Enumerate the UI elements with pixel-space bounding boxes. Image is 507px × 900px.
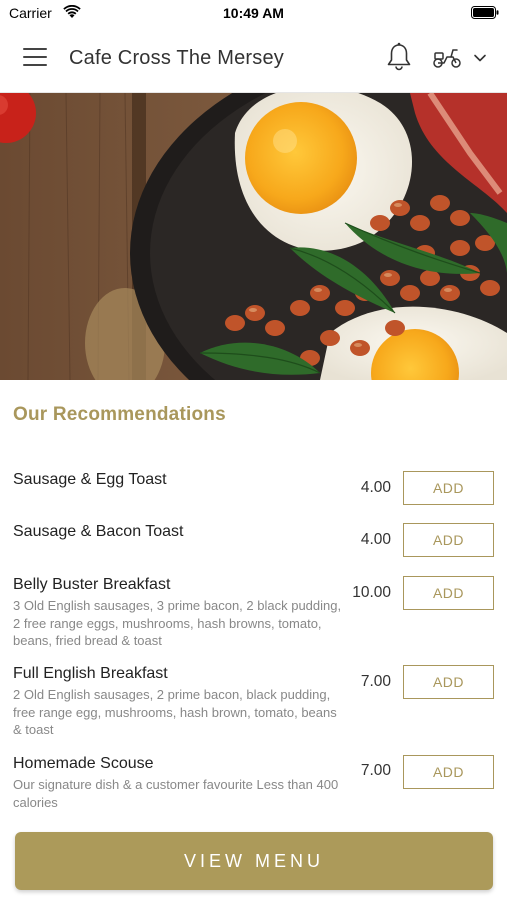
hero-image [0,93,507,380]
status-time: 10:49 AM [223,5,284,21]
section-title: Our Recommendations [13,404,226,425]
add-button[interactable]: ADD [403,755,494,789]
item-price: 7.00 [360,673,391,690]
item-price: 7.00 [360,762,391,779]
menu-icon[interactable] [23,48,47,68]
battery-icon [471,6,499,19]
page-title: Cafe Cross The Mersey [69,47,285,69]
item-price: 4.00 [360,479,391,496]
app-header: Cafe Cross The Mersey [0,26,507,93]
item-description: 2 Old English sausages, 2 prime bacon, b… [13,687,337,737]
view-menu-button[interactable]: VIEW MENU [15,832,493,890]
add-button[interactable]: ADD [403,523,494,557]
chevron-down-icon[interactable] [473,53,487,63]
item-name: Belly Buster Breakfast [13,576,171,593]
item-description: 3 Old English sausages, 3 prime bacon, 2… [13,598,342,648]
bell-icon[interactable] [386,42,412,72]
add-button[interactable]: ADD [403,576,494,610]
item-price: 10.00 [352,584,391,601]
item-description: Our signature dish & a customer favourit… [13,777,339,810]
item-price: 4.00 [360,531,391,548]
breakfast-photo [0,93,507,380]
item-name: Sausage & Egg Toast [13,471,167,488]
item-name: Full English Breakfast [13,665,168,682]
status-bar: Carrier 10:49 AM [0,0,507,26]
add-button[interactable]: ADD [403,665,494,699]
item-name: Sausage & Bacon Toast [13,523,184,540]
scooter-icon[interactable] [432,47,462,69]
add-button[interactable]: ADD [403,471,494,505]
item-name: Homemade Scouse [13,755,154,772]
